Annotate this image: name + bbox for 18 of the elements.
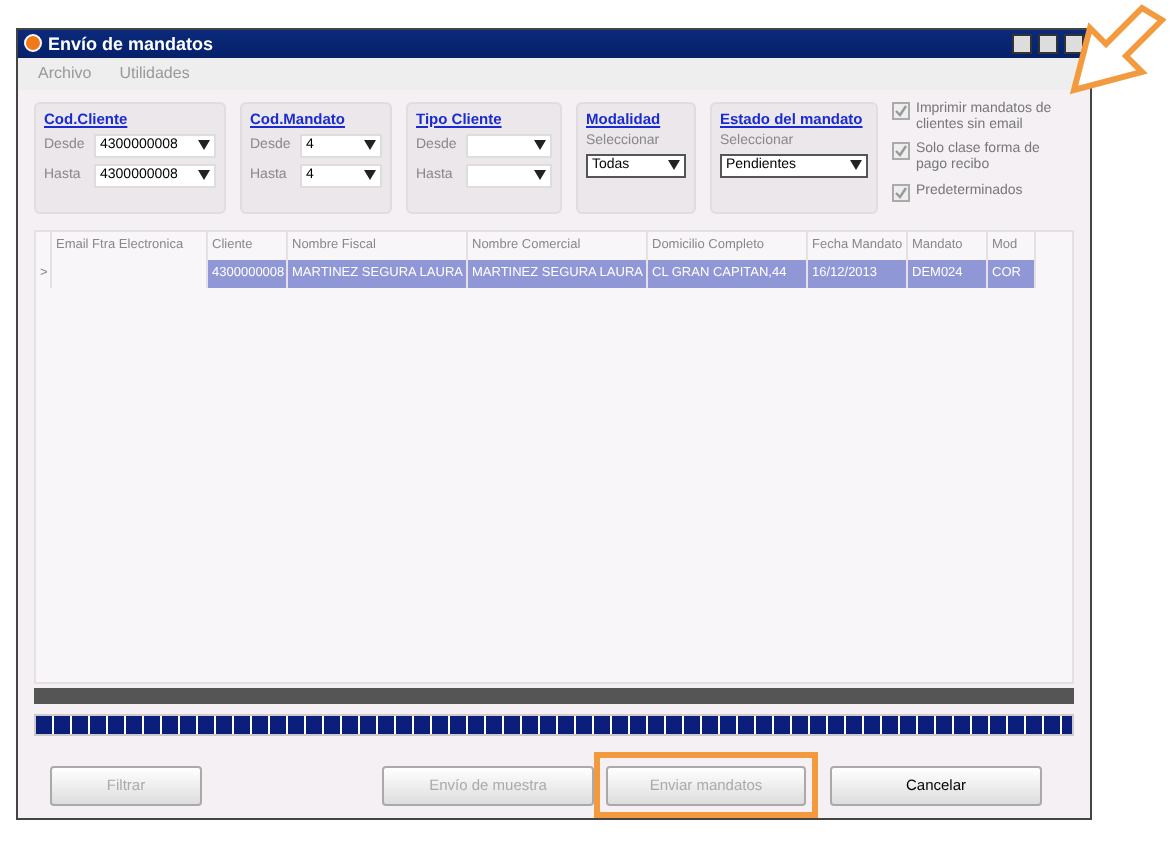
combo-field[interactable] [466,133,552,158]
caret-icon [850,160,862,171]
caret-icon [668,160,680,171]
caret-icon [534,140,546,151]
close-button[interactable] [1064,33,1084,54]
caret-icon [198,170,210,181]
caret-icon [364,140,376,151]
combo-field[interactable] [466,163,552,188]
maximize-button[interactable] [1038,33,1058,54]
menu-item[interactable]: Utilidades [119,64,190,83]
caret-icon [534,170,546,181]
horizontal-scrollbar[interactable] [34,687,1074,704]
window-title: Envío de mandatos [48,33,216,54]
minimize-button[interactable] [1012,33,1032,54]
app-icon [24,34,42,53]
caret-icon [198,140,210,151]
caret-icon [364,170,376,181]
menu-item[interactable]: Archivo [38,64,92,83]
